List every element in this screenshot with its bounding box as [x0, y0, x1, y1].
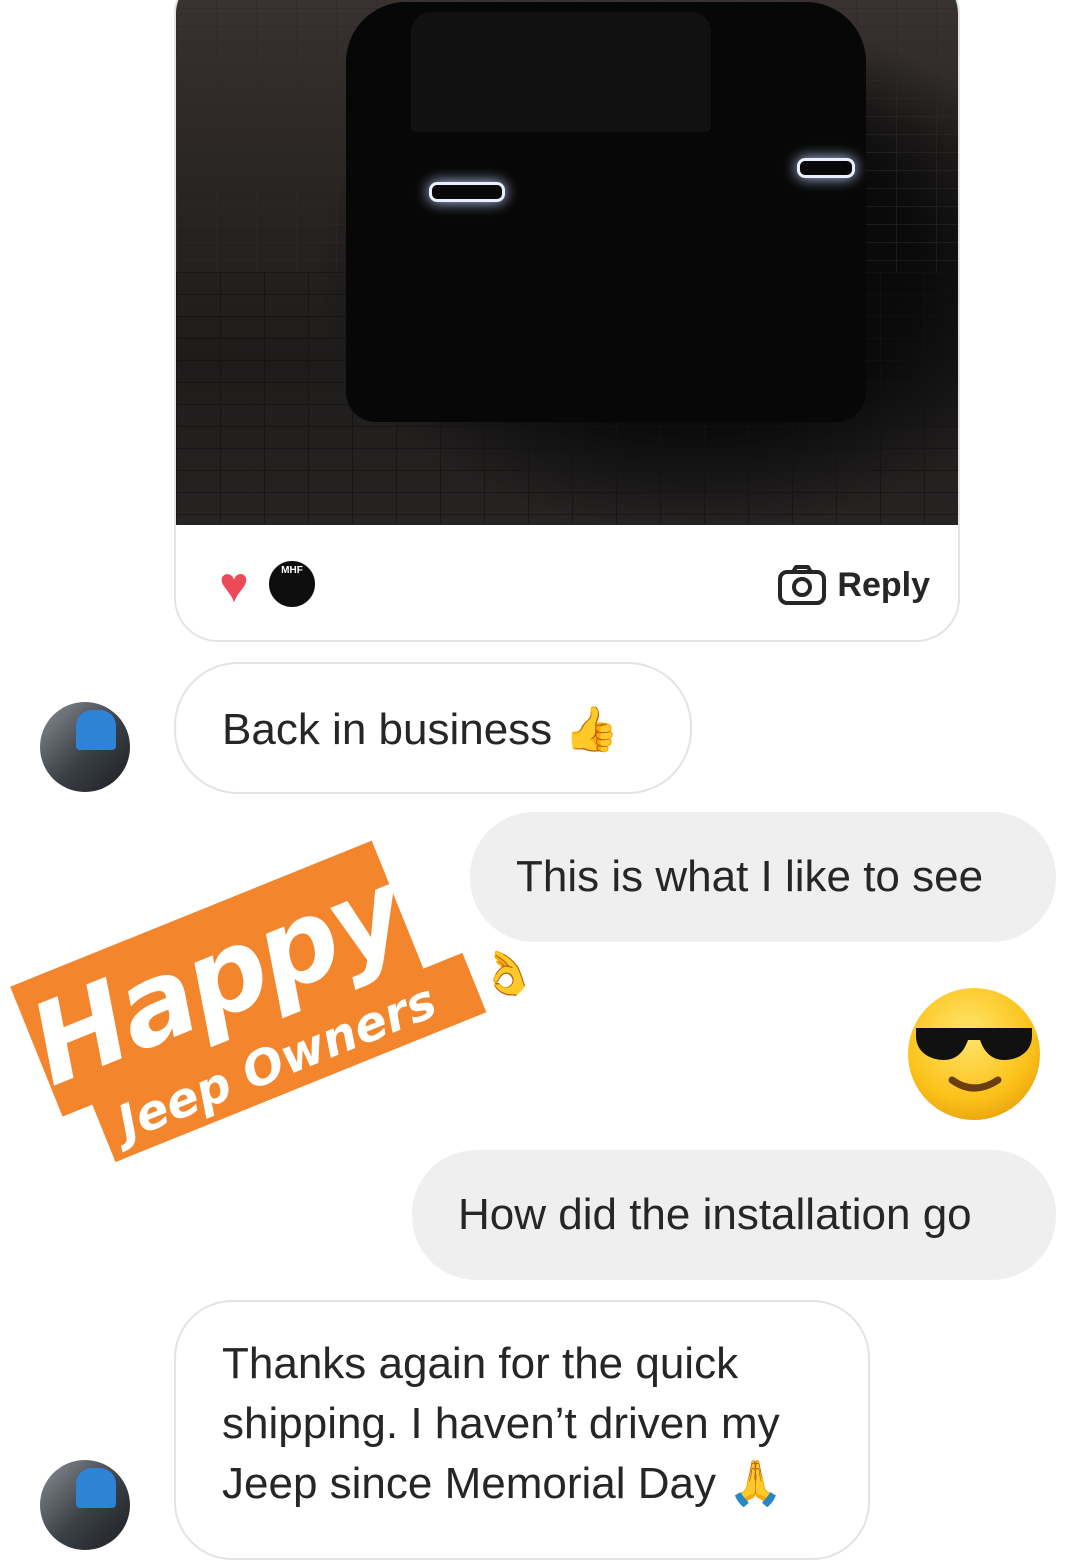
jeep-photo[interactable]: [176, 0, 958, 525]
headlight-right: [797, 158, 855, 178]
shared-photo-post[interactable]: ♥ MHF Reply: [174, 0, 960, 642]
sunglasses-emoji-message[interactable]: [906, 986, 1042, 1122]
sender-avatar[interactable]: [40, 1460, 130, 1550]
thumbs-up-icon: 👍: [564, 705, 620, 754]
reply-label: Reply: [837, 565, 930, 604]
sender-avatar[interactable]: [40, 702, 130, 792]
message-text: This is what I like to see: [516, 852, 984, 901]
message-bubble-incoming[interactable]: Back in business 👍: [174, 662, 692, 794]
headlight-left: [429, 182, 505, 202]
message-text: How did the installation go: [458, 1190, 972, 1239]
message-text: Back in business: [222, 705, 553, 754]
sunglasses-face-icon: [908, 988, 1040, 1120]
message-line: shipping. I haven’t driven my: [222, 1399, 780, 1448]
message-bubble-incoming[interactable]: Thanks again for the quick shipping. I h…: [174, 1300, 870, 1560]
camera-icon: [778, 565, 827, 605]
message-line: Thanks again for the quick: [222, 1339, 739, 1388]
jeep-windshield: [411, 12, 711, 132]
message-bubble-outgoing[interactable]: This is what I like to see: [470, 812, 1056, 942]
praying-hands-icon: 🙏: [728, 1459, 783, 1508]
message-bubble-outgoing[interactable]: How did the installation go: [412, 1150, 1056, 1280]
heart-icon[interactable]: ♥: [208, 559, 260, 611]
post-footer: ♥ MHF Reply: [176, 525, 958, 640]
message-line: Jeep since Memorial Day: [222, 1459, 716, 1508]
reply-button[interactable]: Reply: [777, 563, 930, 607]
reaction-avatar: MHF: [267, 559, 317, 609]
